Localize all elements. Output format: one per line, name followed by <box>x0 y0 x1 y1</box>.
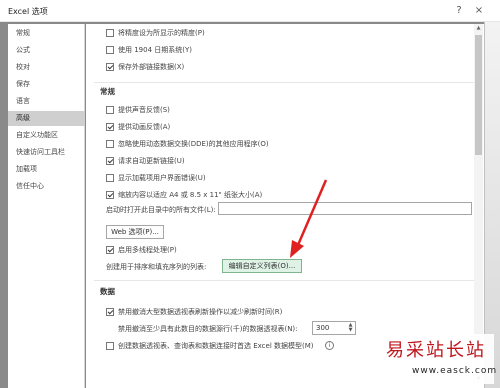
checkbox[interactable] <box>106 46 114 54</box>
window-title: Excel 选项 <box>8 7 48 16</box>
section-divider <box>94 82 478 83</box>
sidebar-item-add-ins[interactable]: 加载项 <box>8 162 85 177</box>
sidebar-item-advanced[interactable]: 高级 <box>8 111 85 126</box>
watermark: 易采站长站 www.easck.com <box>382 334 498 384</box>
edit-custom-lists-button[interactable]: 编辑自定义列表(O)... <box>222 259 302 273</box>
checkbox[interactable] <box>106 29 114 37</box>
checkbox-checked[interactable] <box>106 63 114 71</box>
scroll-up-icon[interactable]: ▲ <box>474 24 483 33</box>
info-icon[interactable]: i <box>325 341 334 350</box>
checkbox-checked[interactable] <box>106 246 114 254</box>
section-title-data: 数据 <box>100 287 115 296</box>
close-button[interactable]: × <box>472 4 486 18</box>
checkbox-checked[interactable] <box>106 123 114 131</box>
undo-rows-label: 禁用撤消至少具有此数目的数据源行(千)的数据透视表(N): <box>118 325 298 333</box>
checkbox[interactable] <box>106 140 114 148</box>
sidebar-item-general[interactable]: 常规 <box>8 26 85 41</box>
watermark-url: www.easck.com <box>412 366 498 376</box>
undo-rows-stepper[interactable]: 300 ▲ ▼ <box>312 321 356 335</box>
sidebar-item-save[interactable]: 保存 <box>8 77 85 92</box>
web-options-button[interactable]: Web 选项(P)... <box>106 225 164 239</box>
scroll-thumb[interactable] <box>475 35 482 155</box>
sidebar-item-formulas[interactable]: 公式 <box>8 43 85 58</box>
help-button[interactable]: ? <box>452 4 466 18</box>
startup-folder-input[interactable] <box>218 202 472 215</box>
sidebar-item-trust-center[interactable]: 信任中心 <box>8 179 85 194</box>
section-title-general: 常规 <box>100 87 115 96</box>
options-sidebar: 常规 公式 校对 保存 语言 高级 自定义功能区 快速访问工具栏 加载项 信任中… <box>8 24 85 388</box>
custom-lists-label: 创建用于排序和填充序列的列表: <box>106 263 207 271</box>
undo-rows-value: 300 <box>316 324 330 332</box>
sidebar-item-proofing[interactable]: 校对 <box>8 60 85 75</box>
checkbox-checked[interactable] <box>106 308 114 316</box>
checkbox[interactable] <box>106 342 114 350</box>
sidebar-item-language[interactable]: 语言 <box>8 94 85 109</box>
checkbox[interactable] <box>106 106 114 114</box>
vertical-scrollbar[interactable]: ▲ ▼ <box>474 24 483 384</box>
startup-folder-label: 启动时打开此目录中的所有文件(L): <box>106 206 216 214</box>
checkbox-checked[interactable] <box>106 157 114 165</box>
section-divider <box>94 280 478 281</box>
watermark-logo-text: 易采站长站 <box>386 340 486 361</box>
sidebar-item-quick-access-toolbar[interactable]: 快速访问工具栏 <box>8 145 85 160</box>
title-bar: Excel 选项 ? × <box>0 0 500 22</box>
sidebar-item-customize-ribbon[interactable]: 自定义功能区 <box>8 128 85 143</box>
checkbox-checked[interactable] <box>106 191 114 199</box>
checkbox[interactable] <box>106 174 114 182</box>
spin-arrows-icon[interactable]: ▲ ▼ <box>347 323 354 333</box>
